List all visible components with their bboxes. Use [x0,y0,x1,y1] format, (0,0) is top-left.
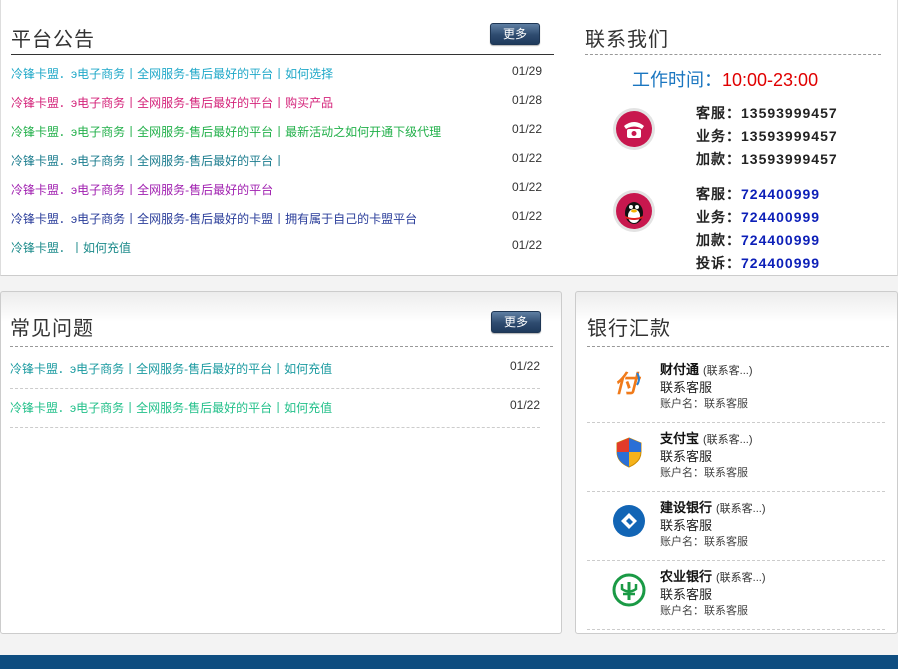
bank-item: 付财付通 (联系客...) 联系客服账户名：联系客服 [587,355,885,423]
bank-holder: 账户名：联系客服 [660,398,748,410]
work-hours-label: 工作时间： [632,70,722,90]
phone-line-label: 业务： [696,128,741,144]
phone-line: 业务：13593999457 [696,126,838,146]
bank-name-text: 建设银行 [660,500,713,515]
qq-number[interactable]: 724400999 [741,255,820,271]
faq-more-button[interactable]: 更多 [491,311,541,333]
notice-item-date: 01/22 [511,122,542,136]
telephone-icon [612,107,656,151]
qq-penguin-icon [612,189,656,233]
qq-line: 投诉：724400999 [696,253,820,273]
bank-account: 联系客服 [660,587,713,602]
qq-line-label: 加款： [696,232,741,248]
faq-title: 常见问题 [10,318,94,340]
bank-holder: 账户名：联系客服 [660,605,748,617]
bank-account: 联系客服 [660,518,713,533]
notice-item-date: 01/22 [511,151,542,165]
notice-item-link[interactable]: 冷锋卡盟．э电子商务丨全网服务-售后最好的卡盟丨拥有属于自己的卡盟平台 [11,212,417,226]
notice-item: 冷锋卡盟．э电子商务丨全网服务-售后最好的卡盟丨拥有属于自己的卡盟平台 01/22 [11,209,554,226]
bank-name-sub: (联系客...) [716,572,766,584]
qq-line-label: 投诉： [696,255,741,271]
work-hours-value: 10:00-23:00 [722,70,819,90]
notice-item-link[interactable]: 冷锋卡盟．э电子商务丨全网服务-售后最好的平台 [11,183,273,197]
contact-title-underline [585,54,881,55]
bank-name-text: 财付通 [660,362,700,377]
notice-title: 平台公告 [11,29,95,51]
faq-item-date: 01/22 [509,398,540,412]
notice-item-link[interactable]: 冷锋卡盟．э电子商务丨全网服务-售后最好的平台丨购买产品 [11,96,333,110]
faq-panel: 常见问题 更多 冷锋卡盟．э电子商务丨全网服务-售后最好的平台丨如何充值 01/2… [0,291,562,634]
notice-item-link[interactable]: 冷锋卡盟．丨如何充值 [11,241,131,255]
bank-name-sub: (联系客...) [703,365,753,377]
notice-item-date: 01/28 [511,93,542,107]
bank-item: 农业银行 (联系客...) 联系客服 账户名：联系客服 [587,562,885,630]
phone-number: 13593999457 [741,128,838,144]
qq-line-label: 客服： [696,186,741,202]
bank-name-text: 农业银行 [660,569,713,584]
notice-panel: 平台公告 更多 冷锋卡盟．э电子商务丨全网服务-售后最好的平台丨如何选择 01/2… [0,0,565,276]
abc-bank-icon [611,572,647,608]
qq-number[interactable]: 724400999 [741,232,820,248]
notice-item-date: 01/22 [511,238,542,252]
qq-line: 业务：724400999 [696,207,820,227]
notice-title-underline [11,54,554,55]
bank-holder: 账户名：联系客服 [660,467,748,479]
bank-name: 农业银行 (联系客...) [660,566,766,585]
faq-item-date: 01/22 [509,359,540,373]
tenpay-icon: 付 [611,365,647,401]
notice-item-link[interactable]: 冷锋卡盟．э电子商务丨全网服务-售后最好的平台丨 [11,154,285,168]
notice-item-link[interactable]: 冷锋卡盟．э电子商务丨全网服务-售后最好的平台丨最新活动之如何开通下级代理 [11,125,441,139]
notice-item: 冷锋卡盟．э电子商务丨全网服务-售后最好的平台丨如何选择 01/29 [11,64,554,81]
phone-line: 加款：13593999457 [696,149,838,169]
ccb-bank-icon [611,503,647,539]
qq-line-label: 业务： [696,209,741,225]
qq-number[interactable]: 724400999 [741,186,820,202]
bank-item: 建设银行 (联系客...) 联系客服 账户名：联系客服 [587,493,885,561]
bank-name: 财付通 (联系客...) [660,359,753,378]
notice-item: 冷锋卡盟．э电子商务丨全网服务-售后最好的平台丨 01/22 [11,151,554,168]
notice-item-date: 01/22 [511,180,542,194]
phone-number: 13593999457 [741,105,838,121]
faq-title-underline [10,346,553,347]
faq-item: 冷锋卡盟．э电子商务丨全网服务-售后最好的平台丨如何充值 01/22 [10,359,540,389]
phone-number: 13593999457 [741,151,838,167]
notice-item: 冷锋卡盟．э电子商务丨全网服务-售后最好的平台丨购买产品 01/28 [11,93,554,110]
qq-line: 加款：724400999 [696,230,820,250]
bank-name: 支付宝 (联系客...) [660,428,753,447]
bank-title-underline [587,346,889,347]
bank-account: 联系客服 [660,449,713,464]
bank-title: 银行汇款 [587,318,671,340]
work-hours: 工作时间：10:00-23:00 [632,66,818,92]
phone-line: 客服：13593999457 [696,103,838,123]
bank-account: 联系客服 [660,380,713,395]
notice-more-button[interactable]: 更多 [490,23,540,45]
notice-item-date: 01/29 [511,64,542,78]
bank-name-sub: (联系客...) [703,434,753,446]
phone-line-label: 加款： [696,151,741,167]
faq-item-link[interactable]: 冷锋卡盟．э电子商务丨全网服务-售后最好的平台丨如何充值 [10,401,332,415]
qq-line: 客服：724400999 [696,184,820,204]
alipay-shield-icon [611,434,647,470]
notice-item-link[interactable]: 冷锋卡盟．э电子商务丨全网服务-售后最好的平台丨如何选择 [11,67,333,81]
notice-item: 冷锋卡盟．э电子商务丨全网服务-售后最好的平台丨最新活动之如何开通下级代理 01/… [11,122,554,139]
qq-number[interactable]: 724400999 [741,209,820,225]
bank-holder: 账户名：联系客服 [660,536,748,548]
phone-line-label: 客服： [696,105,741,121]
footer-bar [0,655,898,669]
notice-item-date: 01/22 [511,209,542,223]
notice-item: 冷锋卡盟．丨如何充值 01/22 [11,238,554,255]
contact-title: 联系我们 [585,29,669,51]
notice-item: 冷锋卡盟．э电子商务丨全网服务-售后最好的平台 01/22 [11,180,554,197]
bank-name-sub: (联系客...) [716,503,766,515]
faq-item: 冷锋卡盟．э电子商务丨全网服务-售后最好的平台丨如何充值 01/22 [10,398,540,428]
faq-item-link[interactable]: 冷锋卡盟．э电子商务丨全网服务-售后最好的平台丨如何充值 [10,362,332,376]
bank-item: 支付宝 (联系客...) 联系客服账户名：联系客服 [587,424,885,492]
bank-name-text: 支付宝 [660,431,700,446]
bank-name: 建设银行 (联系客...) [660,497,766,516]
